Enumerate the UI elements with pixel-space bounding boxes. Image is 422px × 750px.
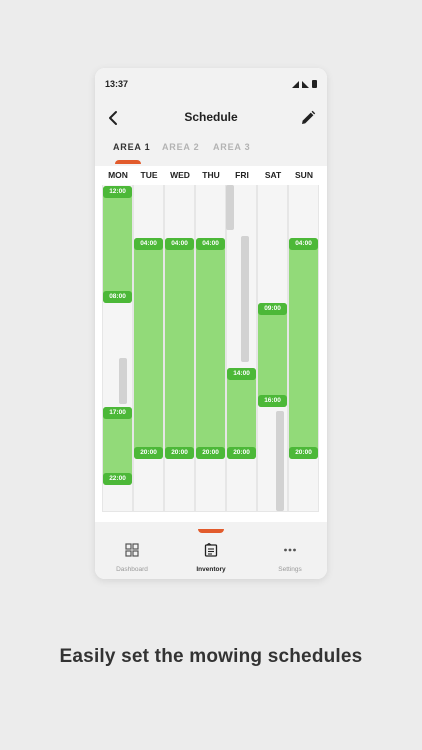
- slot-start-time: 04:00: [289, 238, 318, 250]
- signal-icon: [292, 81, 299, 88]
- phone-frame: 13:37 Schedule AREA 1 AREA 2 AREA 3 MON …: [95, 68, 327, 579]
- blocked-period: [119, 358, 127, 404]
- blocked-period: [226, 185, 234, 230]
- slot-end-time: 20:00: [196, 447, 225, 459]
- nav-label-settings: Settings: [278, 566, 302, 573]
- mow-slot-sun[interactable]: 04:00 20:00: [289, 238, 318, 459]
- nav-item-dashboard[interactable]: Dashboard: [102, 530, 162, 573]
- mow-slot-thu[interactable]: 04:00 20:00: [196, 238, 225, 459]
- tab-area-1[interactable]: AREA 1: [113, 142, 150, 152]
- slot-start-time: 09:00: [258, 303, 287, 315]
- blocked-period: [276, 411, 284, 511]
- app-bar: Schedule: [95, 100, 327, 136]
- slot-start-time: 17:00: [103, 407, 132, 419]
- pencil-icon[interactable]: [299, 109, 317, 127]
- mow-slot-mon-2[interactable]: 17:00 22:00: [103, 407, 132, 485]
- day-header-wed: WED: [170, 170, 190, 180]
- day-header-thu: THU: [202, 170, 220, 180]
- slot-end-time: 20:00: [227, 447, 256, 459]
- slot-end-time: 22:00: [103, 473, 132, 485]
- mow-slot-sat[interactable]: 09:00 16:00: [258, 303, 287, 407]
- page-title: Schedule: [184, 110, 238, 124]
- slot-end-time: 20:00: [134, 447, 163, 459]
- mow-slot-tue[interactable]: 04:00 20:00: [134, 238, 163, 459]
- day-header-sun: SUN: [295, 170, 313, 180]
- nav-label-dashboard: Dashboard: [116, 566, 148, 573]
- slot-end-time: 20:00: [289, 447, 318, 459]
- tab-area-3[interactable]: AREA 3: [213, 142, 250, 152]
- active-tab-indicator: [115, 160, 141, 164]
- slot-start-time: 14:00: [227, 368, 256, 380]
- slot-end-time: 20:00: [165, 447, 194, 459]
- day-header-tue: TUE: [140, 170, 158, 180]
- slot-end-time: 16:00: [258, 395, 287, 407]
- slot-end-time: 08:00: [103, 291, 132, 303]
- battery-icon: [312, 80, 317, 88]
- mow-slot-mon-1[interactable]: 12:00 08:00: [103, 186, 132, 303]
- tab-area-2[interactable]: AREA 2: [162, 142, 199, 152]
- mow-slot-fri[interactable]: 14:00 20:00: [227, 368, 256, 459]
- slot-start-time: 04:00: [165, 238, 194, 250]
- grid-icon: [125, 543, 139, 557]
- inventory-icon: [204, 542, 218, 557]
- slot-start-time: 04:00: [134, 238, 163, 250]
- day-header-mon: MON: [108, 170, 128, 180]
- promo-caption: Easily set the mowing schedules: [59, 646, 363, 667]
- status-time: 13:37: [105, 79, 129, 89]
- status-icons: [292, 80, 317, 88]
- nav-item-inventory[interactable]: Inventory: [181, 530, 241, 573]
- slot-start-time: 12:00: [103, 186, 132, 198]
- slot-start-time: 04:00: [196, 238, 225, 250]
- day-header-fri: FRI: [235, 170, 249, 180]
- status-bar: 13:37: [95, 68, 327, 100]
- network-icon: [302, 81, 309, 88]
- more-dots-icon: [284, 548, 296, 552]
- nav-label-inventory: Inventory: [196, 566, 226, 573]
- mow-slot-wed[interactable]: 04:00 20:00: [165, 238, 194, 459]
- blocked-period: [241, 236, 249, 362]
- nav-item-settings[interactable]: Settings: [260, 530, 320, 573]
- day-header-sat: SAT: [264, 170, 282, 180]
